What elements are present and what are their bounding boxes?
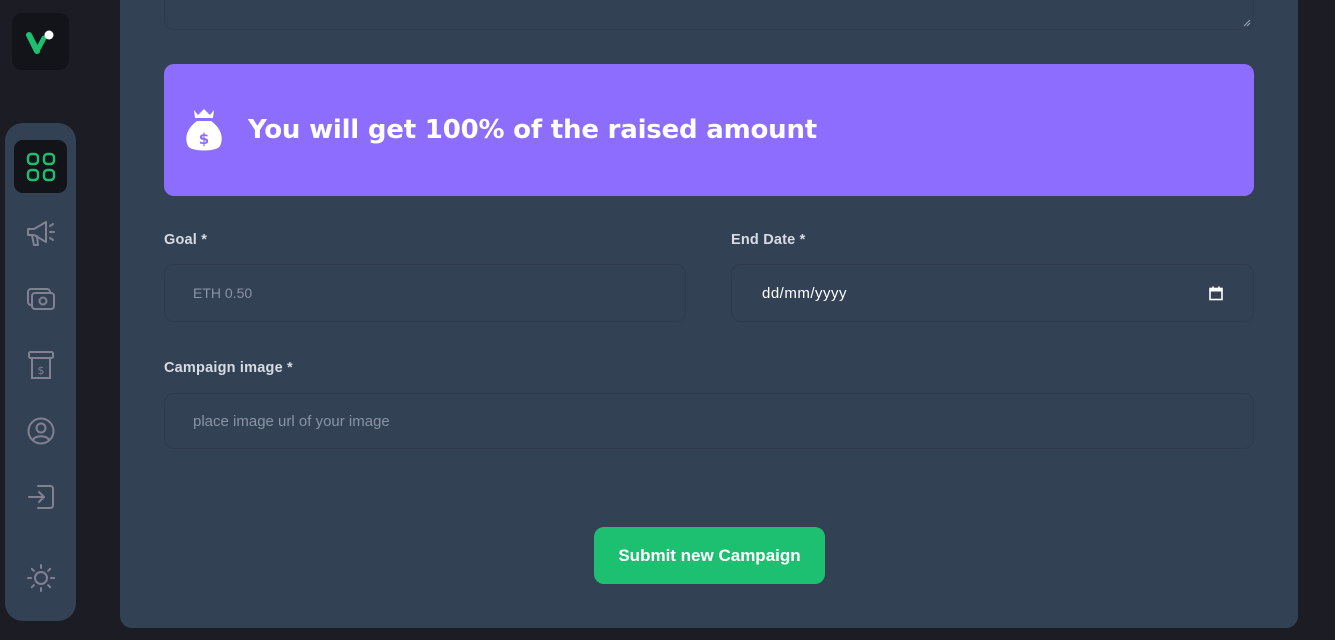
sun-icon — [26, 563, 55, 592]
megaphone-icon — [26, 220, 55, 246]
story-textarea[interactable] — [164, 0, 1254, 30]
theme-toggle[interactable] — [14, 551, 67, 604]
logout-icon — [27, 484, 54, 509]
svg-text:$: $ — [199, 130, 209, 148]
goal-input[interactable] — [164, 264, 686, 322]
money-icon — [26, 287, 55, 310]
svg-text:$: $ — [37, 364, 44, 377]
dashboard-grid-icon — [26, 152, 55, 181]
end-date-input[interactable]: dd/mm/yyyy — [731, 264, 1254, 322]
sidebar: $ — [5, 123, 76, 621]
sidebar-item-dashboard[interactable] — [14, 140, 67, 193]
resize-handle-icon[interactable] — [1243, 19, 1251, 27]
submit-campaign-button[interactable]: Submit new Campaign — [594, 527, 825, 584]
campaign-image-input[interactable] — [164, 393, 1254, 449]
end-date-label: End Date * — [731, 232, 806, 248]
user-icon — [27, 417, 54, 444]
fundraising-banner: $ You will get 100% of the raised amount — [164, 64, 1254, 196]
sidebar-item-profile[interactable] — [14, 404, 67, 457]
sidebar-item-withdraw[interactable]: $ — [14, 338, 67, 391]
sidebar-item-campaign[interactable] — [14, 206, 67, 259]
app-logo[interactable] — [12, 13, 69, 70]
date-placeholder: dd/mm/yyyy — [762, 284, 848, 302]
campaign-image-label: Campaign image * — [164, 360, 293, 376]
banner-text: You will get 100% of the raised amount — [248, 115, 818, 145]
app-logo-icon — [25, 30, 53, 54]
goal-label: Goal * — [164, 232, 208, 248]
money-bag-icon: $ — [186, 109, 222, 151]
sidebar-item-payment[interactable] — [14, 272, 67, 325]
cash-register-icon: $ — [27, 350, 54, 379]
sidebar-item-logout[interactable] — [14, 470, 67, 523]
create-campaign-form: $ You will get 100% of the raised amount… — [120, 0, 1298, 628]
calendar-icon[interactable] — [1209, 286, 1223, 301]
